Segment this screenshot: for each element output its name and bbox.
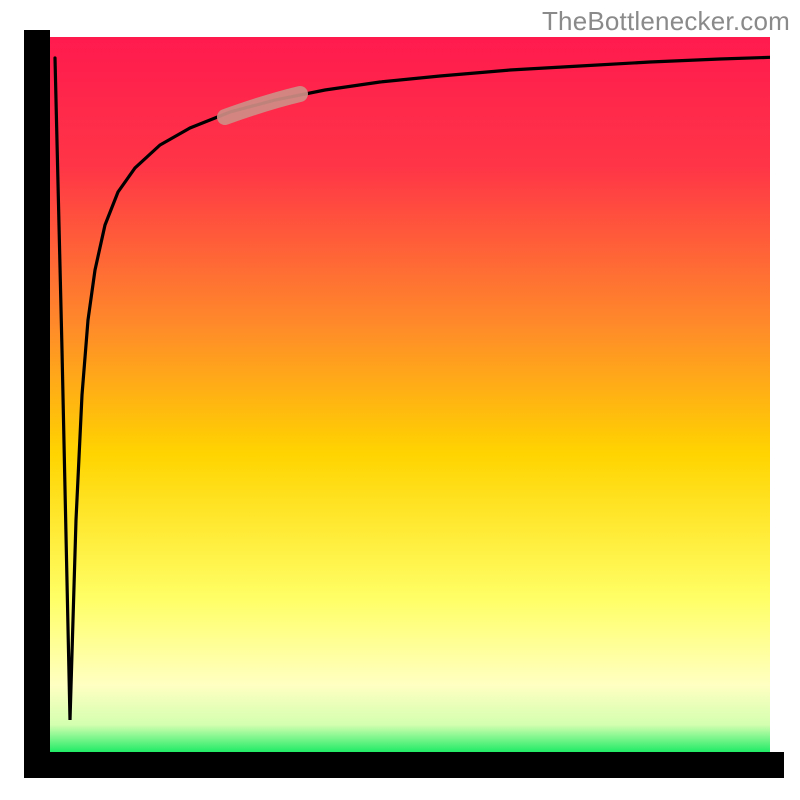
chart-stage: TheBottlenecker.com <box>0 0 800 800</box>
x-axis <box>24 752 784 778</box>
watermark-label: TheBottlenecker.com <box>542 6 790 37</box>
y-axis <box>24 30 50 770</box>
chart-svg <box>0 0 800 800</box>
